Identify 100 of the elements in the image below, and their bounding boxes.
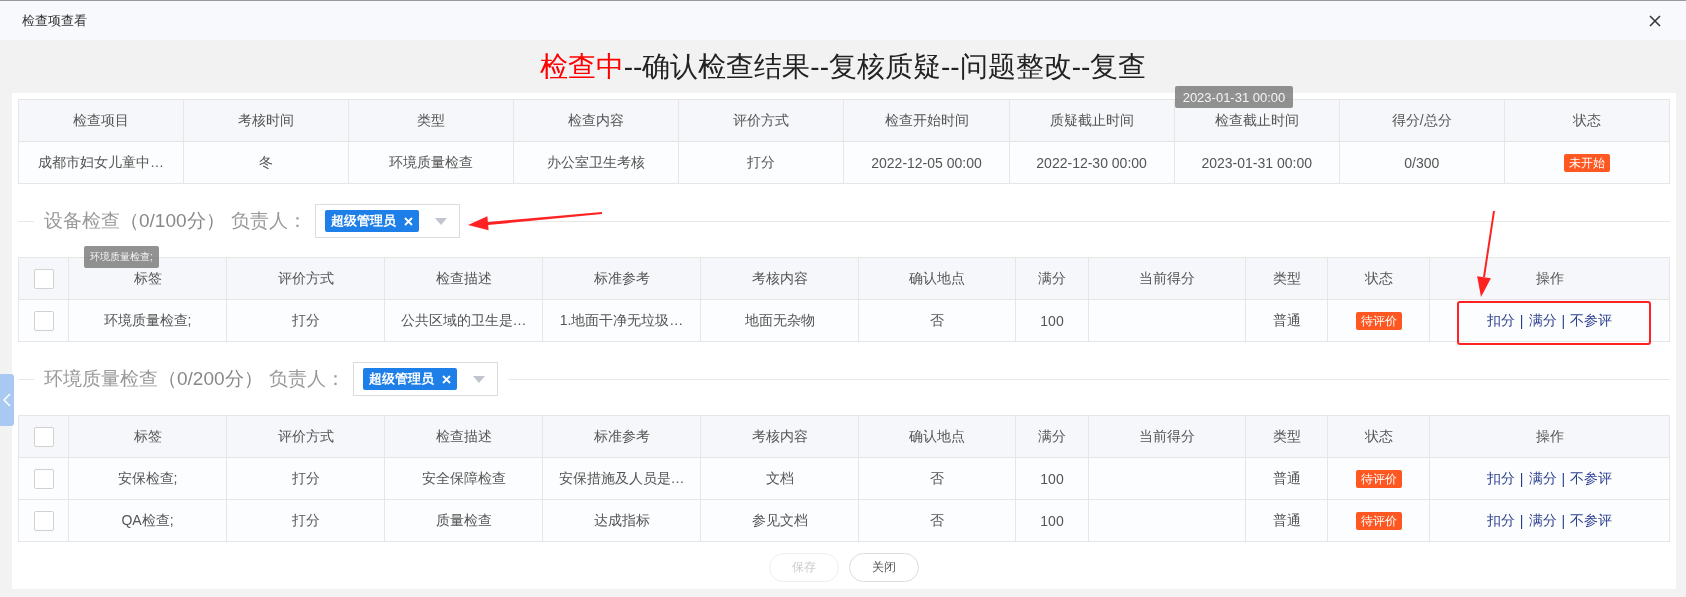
table-cell: 打分 — [226, 299, 385, 342]
column-header: 检查描述 — [384, 257, 543, 300]
table-cell: 2022-12-30 00:00 — [1009, 141, 1175, 184]
action-link[interactable]: 扣分 — [1486, 311, 1515, 330]
separator: | — [1561, 312, 1566, 329]
table-cell: 2022-12-05 00:00 — [843, 141, 1010, 184]
column-header: 操作 — [1429, 415, 1670, 458]
collapse-tab[interactable] — [0, 374, 14, 426]
table-cell: 2023-01-31 00:00 — [1174, 141, 1340, 184]
separator: | — [1519, 312, 1524, 329]
column-header: 考核内容 — [700, 257, 859, 300]
section-title: 环境质量检查 — [44, 367, 158, 391]
column-header: 类型 — [348, 99, 514, 142]
remove-icon[interactable] — [403, 216, 413, 226]
dialog-button[interactable]: 关闭 — [849, 553, 919, 582]
column-header: 操作 — [1429, 257, 1670, 300]
table-cell: 参见文档 — [700, 499, 859, 542]
status-badge: 待评价 — [1355, 311, 1402, 330]
table-cell: 普通 — [1245, 457, 1328, 500]
column-header: 标准参考 — [542, 415, 701, 458]
owner-select[interactable]: 超级管理员 — [314, 204, 460, 238]
checkbox[interactable] — [33, 310, 54, 331]
column-header: 检查描述 — [384, 415, 543, 458]
table-cell: 否 — [858, 299, 1016, 342]
tooltip: 环境质量检查; — [84, 246, 159, 268]
table-cell: 公共区域的卫生是… — [384, 299, 543, 342]
column-header: 考核时间 — [183, 99, 349, 142]
checkbox[interactable] — [33, 468, 54, 489]
tooltip: 2023-01-31 00:00 — [1174, 86, 1294, 108]
table-cell: 达成指标 — [542, 499, 701, 542]
separator: | — [1519, 512, 1524, 529]
action-link[interactable]: 扣分 — [1486, 469, 1515, 488]
column-header: 状态 — [1327, 415, 1430, 458]
section-title: 设备检查 — [44, 209, 120, 233]
column-header: 类型 — [1245, 257, 1328, 300]
table-cell: 打分 — [226, 457, 385, 500]
chevron-left-icon — [3, 393, 11, 407]
checkbox[interactable] — [33, 426, 54, 447]
close-icon[interactable] — [1648, 13, 1662, 28]
action-link[interactable]: 不参评 — [1570, 311, 1613, 330]
table-cell: 安全保障检查 — [384, 457, 543, 500]
status-badge: 待评价 — [1355, 511, 1402, 530]
action-link[interactable]: 扣分 — [1486, 511, 1515, 530]
action-link[interactable]: 不参评 — [1570, 511, 1613, 530]
table-cell: 100 — [1015, 499, 1089, 542]
separator: | — [1561, 470, 1566, 487]
column-header: 评价方式 — [226, 415, 385, 458]
table-cell: 打分 — [678, 141, 844, 184]
column-header: 类型 — [1245, 415, 1328, 458]
section-score: （0/200分） — [158, 367, 263, 391]
action-link[interactable]: 满分 — [1528, 511, 1557, 530]
column-header: 满分 — [1015, 257, 1089, 300]
table-cell: 否 — [858, 499, 1016, 542]
separator: | — [1519, 470, 1524, 487]
checkbox[interactable] — [33, 510, 54, 531]
table-cell: 1.地面干净无垃圾… — [542, 299, 701, 342]
status-badge: 未开始 — [1563, 153, 1610, 172]
column-header: 检查开始时间 — [843, 99, 1010, 142]
table-cell: QA检查; — [68, 499, 227, 542]
column-header: 满分 — [1015, 415, 1089, 458]
column-header: 评价方式 — [678, 99, 844, 142]
table-cell: 否 — [858, 457, 1016, 500]
column-header: 当前得分 — [1088, 257, 1246, 300]
table-cell: 冬 — [183, 141, 349, 184]
table-cell: 安保检查; — [68, 457, 227, 500]
owner-select[interactable]: 超级管理员 — [352, 362, 498, 396]
owner-label: 负责人： — [268, 367, 345, 391]
column-header: 检查内容 — [513, 99, 679, 142]
caret-icon — [472, 375, 485, 383]
column-header: 标签 — [68, 415, 227, 458]
table-cell: 普通 — [1245, 499, 1328, 542]
column-header: 检查截止时间 — [1214, 111, 1299, 128]
separator: | — [1561, 512, 1566, 529]
action-link[interactable]: 不参评 — [1570, 469, 1613, 488]
column-header: 状态 — [1504, 99, 1670, 142]
owner-label: 负责人： — [230, 209, 307, 233]
action-link[interactable]: 满分 — [1528, 469, 1557, 488]
table-cell: 办公室卫生考核 — [513, 141, 679, 184]
column-header: 标准参考 — [542, 257, 701, 300]
column-header: 状态 — [1327, 257, 1430, 300]
table-cell: 文档 — [700, 457, 859, 500]
table-cell: 普通 — [1245, 299, 1328, 342]
table-cell: 质量检查 — [384, 499, 543, 542]
column-header: 检查项目 — [18, 99, 184, 142]
checkbox[interactable] — [33, 268, 54, 289]
user-name: 超级管理员 — [330, 212, 396, 230]
section-score: （0/100分） — [120, 209, 225, 233]
column-header: 评价方式 — [226, 257, 385, 300]
table-cell: 地面无杂物 — [700, 299, 859, 342]
remove-icon[interactable] — [441, 374, 451, 384]
column-header: 确认地点 — [858, 415, 1016, 458]
action-link[interactable]: 满分 — [1528, 311, 1557, 330]
table-cell: 环境质量检查 — [348, 141, 514, 184]
table-cell: 打分 — [226, 499, 385, 542]
column-header: 当前得分 — [1088, 415, 1246, 458]
window-title: 检查项查看 — [22, 11, 87, 30]
column-header: 标签 — [133, 269, 162, 286]
table-cell: 成都市妇女儿童中… — [18, 141, 184, 184]
column-header: 质疑截止时间 — [1009, 99, 1175, 142]
table-cell: 100 — [1015, 299, 1089, 342]
